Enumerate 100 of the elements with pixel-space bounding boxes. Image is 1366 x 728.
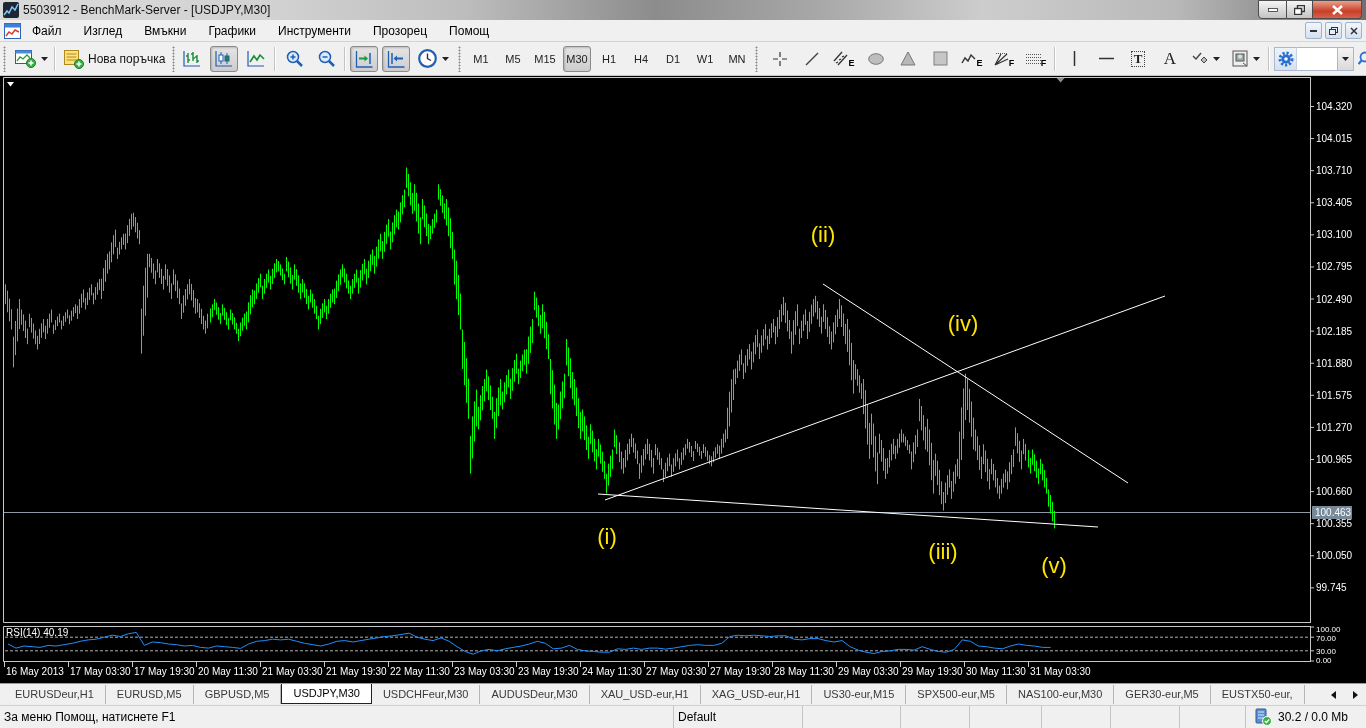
axis-label: 20 May 11:30 (198, 666, 258, 677)
timeframe-button[interactable]: M5 (499, 45, 527, 72)
fan-lines-icon (993, 51, 1009, 66)
chart-shift-button[interactable] (350, 45, 378, 72)
axis-label: 0.00 (1316, 656, 1332, 665)
chart-tab[interactable]: NAS100-eur,M30 (1006, 685, 1115, 704)
axis-label: 101.575 (1316, 389, 1353, 401)
restore-button[interactable] (1287, 0, 1313, 19)
levels-tool-button[interactable]: F (1022, 45, 1050, 72)
text-button[interactable]: A (1156, 45, 1184, 72)
chart-tab[interactable]: XAG_USD-eur,H1 (700, 685, 813, 704)
timeframe-button[interactable]: MN (723, 45, 751, 72)
axis-label: 103.710 (1316, 165, 1353, 177)
line-chart-icon (247, 50, 265, 67)
close-button[interactable] (1313, 0, 1362, 19)
chart-tab[interactable]: AUDUSDeur,M30 (480, 685, 590, 704)
chart-tab[interactable]: XAU_USD-eur,H1 (589, 685, 701, 704)
axis-label: 27 May 19:30 (710, 666, 771, 677)
zoom-in-icon (285, 50, 303, 67)
search-icon[interactable] (1358, 50, 1366, 67)
zigzag-button[interactable]: E (958, 45, 986, 72)
menu-item[interactable]: Вмъкни (133, 20, 198, 41)
triangle-marker-icon[interactable] (1056, 78, 1065, 83)
trend-line[interactable] (604, 295, 1166, 501)
caret-icon (1213, 56, 1220, 61)
candlestick-button[interactable] (210, 45, 238, 72)
chart-tab[interactable]: EURUSD,M5 (105, 685, 194, 704)
server-check-icon (1254, 708, 1272, 726)
status-text: За меню Помощ, натиснете F1 (4, 710, 176, 724)
chart-tab[interactable]: USDCHFeur,M30 (371, 685, 481, 704)
menu-item[interactable]: Изглед (72, 20, 134, 41)
timeframe-button[interactable]: M15 (531, 45, 559, 72)
timeframe-button[interactable]: D1 (659, 45, 687, 72)
settings-button[interactable] (1274, 46, 1296, 71)
menu-item[interactable]: Графики (197, 20, 268, 41)
menu-item[interactable]: Помощ (438, 20, 501, 41)
minimize-button[interactable] (1305, 22, 1322, 39)
minimize-button[interactable] (1258, 0, 1287, 19)
right-arrow-icon (1352, 690, 1358, 699)
new-order-button[interactable]: Нова поръчка (60, 45, 168, 72)
axis-label: 102.795 (1316, 261, 1353, 273)
search-field[interactable] (1296, 46, 1338, 71)
wave-label: (v) (1041, 552, 1067, 578)
axis-label: 100.00 (1316, 624, 1341, 634)
caret-icon (441, 56, 449, 61)
menu-item[interactable]: Прозорец (362, 20, 439, 41)
axis-label: 100.965 (1316, 454, 1353, 465)
channel-button[interactable]: E (830, 45, 858, 72)
chart-plus-icon (14, 49, 36, 68)
crosshair-icon (772, 50, 788, 67)
document-plus-icon (63, 48, 84, 69)
wave-label: (ii) (810, 221, 836, 247)
caret-icon[interactable] (7, 82, 14, 87)
clock-icon (417, 49, 437, 68)
close-button[interactable] (1345, 22, 1362, 39)
axis-label: 102.185 (1316, 325, 1353, 337)
menu-item[interactable]: Файл (21, 20, 73, 41)
auto-scroll-button[interactable] (382, 45, 410, 72)
zigzag-icon (961, 53, 977, 64)
minimize-icon (1267, 7, 1278, 12)
axis-label: 30.00 (1316, 646, 1337, 656)
horizontal-line-icon (1098, 57, 1114, 60)
axis-label: 103.405 (1316, 197, 1353, 209)
chart-tab[interactable]: EURUSDeur,H1 (4, 685, 106, 704)
menu-item[interactable]: Инструменти (267, 20, 362, 41)
restore-button[interactable] (1325, 22, 1342, 39)
timeframe-button[interactable]: H1 (595, 45, 623, 72)
price-label: 100.463 (1312, 506, 1352, 519)
axis-label: 29 May 03:30 (838, 666, 899, 677)
chart-tab[interactable]: EUSTX50-eur, (1210, 685, 1305, 704)
dropdown-button[interactable] (1338, 46, 1354, 71)
wave-label: (iii) (928, 538, 958, 564)
axis-label: 27 May 03:30 (646, 666, 707, 677)
caret-icon (40, 56, 48, 61)
profile-name: Default (678, 710, 717, 724)
axis-label: 104.320 (1316, 101, 1353, 112)
chart-tab[interactable]: US30-eur,M15 (812, 685, 907, 704)
timeframe-button[interactable]: H4 (627, 45, 655, 72)
chart-window-icon[interactable] (4, 22, 21, 39)
axis-label: 23 May 03:30 (454, 666, 515, 677)
timeframe-button[interactable]: M1 (467, 45, 495, 72)
axis-label: 100.355 (1316, 518, 1353, 530)
timeframe-button[interactable]: W1 (691, 45, 719, 72)
gear-icon (1277, 50, 1294, 67)
text-label-button[interactable]: T (1124, 45, 1152, 72)
axis-label: 101.270 (1316, 421, 1353, 433)
fan-tool-button[interactable]: F (990, 45, 1018, 72)
caret-icon (1253, 56, 1260, 61)
axis-label: 30 May 11:30 (966, 666, 1026, 677)
trend-line[interactable] (822, 283, 1129, 484)
close-icon (1349, 26, 1358, 35)
trend-line[interactable] (597, 493, 1099, 528)
close-icon (1331, 4, 1343, 15)
axis-label: 100.050 (1316, 550, 1353, 562)
chart-tab[interactable]: SPX500-eur,M5 (906, 685, 1007, 704)
chart-tab[interactable]: GER30-eur,M5 (1114, 685, 1211, 704)
arrow-right-bar-icon (355, 49, 373, 68)
axis-label: 21 May 03:30 (262, 666, 323, 677)
timeframe-button[interactable]: M30 (563, 45, 591, 72)
chart-tab[interactable]: USDJPY,M30 (281, 684, 372, 704)
